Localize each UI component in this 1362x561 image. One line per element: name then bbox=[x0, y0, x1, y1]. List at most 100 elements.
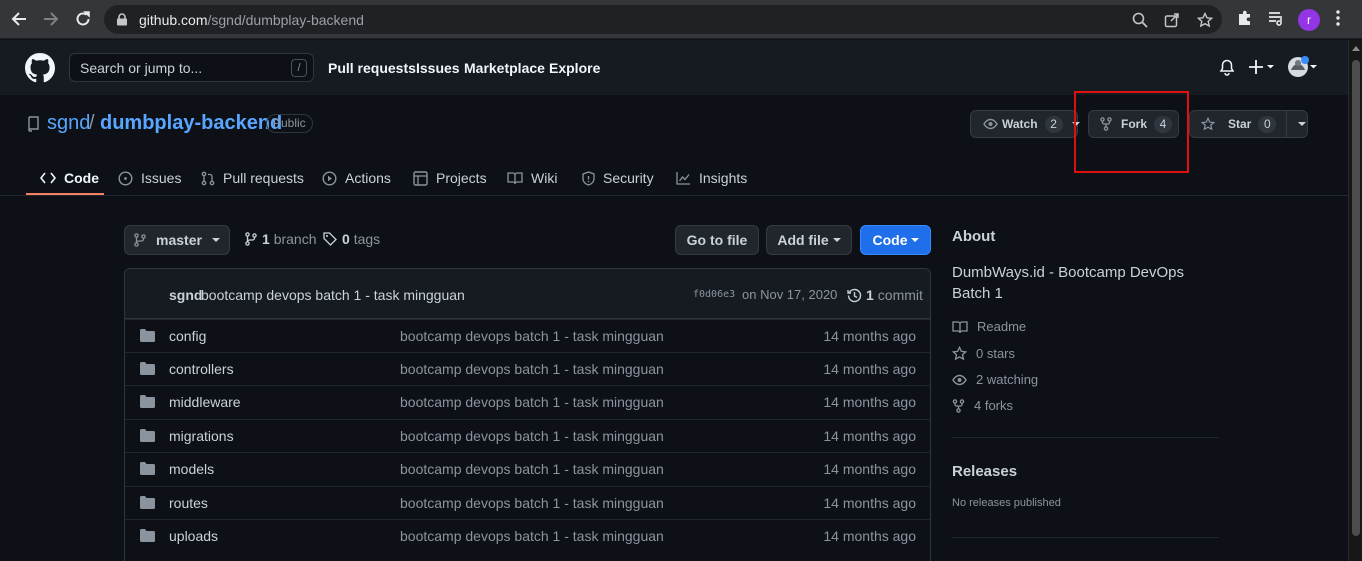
add-file-button[interactable]: Add file bbox=[766, 225, 852, 255]
forks-label: 4 forks bbox=[974, 398, 1014, 413]
star-list-chevron-icon[interactable] bbox=[1298, 122, 1307, 126]
file-row[interactable]: middleware bootcamp devops batch 1 - tas… bbox=[125, 385, 930, 418]
fork-icon bbox=[952, 398, 965, 413]
repo-owner-link[interactable]: sgnd bbox=[47, 112, 90, 135]
no-releases-text: No releases published bbox=[952, 497, 1061, 509]
branch-select-button[interactable]: master bbox=[124, 225, 230, 255]
commit-count-label: commit bbox=[877, 287, 923, 303]
watching-link[interactable]: 2 watching bbox=[952, 372, 1038, 387]
file-name[interactable]: migrations bbox=[169, 428, 234, 444]
header-nav-explore[interactable]: Explore bbox=[549, 60, 600, 76]
code-chevron-down-icon bbox=[910, 238, 919, 242]
watch-button[interactable]: Watch 2 bbox=[970, 110, 1080, 138]
tab-code[interactable]: Code bbox=[40, 164, 99, 192]
notification-bell-icon[interactable] bbox=[1219, 59, 1235, 76]
stars-link[interactable]: 0 stars bbox=[952, 346, 1015, 361]
create-new-plus-icon[interactable] bbox=[1249, 59, 1275, 75]
tab-projects[interactable]: Projects bbox=[413, 164, 487, 192]
file-commit-message[interactable]: bootcamp devops batch 1 - task mingguan bbox=[400, 328, 664, 344]
commit-message[interactable]: bootcamp devops batch 1 - task mingguan bbox=[201, 287, 465, 303]
file-commit-message[interactable]: bootcamp devops batch 1 - task mingguan bbox=[400, 361, 664, 377]
share-icon[interactable] bbox=[1164, 12, 1180, 28]
tag-count-label: tags bbox=[353, 231, 381, 247]
file-row[interactable]: routes bootcamp devops batch 1 - task mi… bbox=[125, 486, 930, 519]
profile-avatar[interactable]: r bbox=[1298, 9, 1320, 31]
branches-link[interactable]: 1 branch bbox=[245, 231, 317, 247]
tab-code-label: Code bbox=[64, 170, 99, 186]
git-branch-icon bbox=[134, 233, 146, 247]
tags-link[interactable]: 0 tags bbox=[323, 231, 380, 247]
tab-insights-label: Insights bbox=[699, 170, 748, 186]
commit-sha[interactable]: f0d06e3 bbox=[693, 289, 735, 300]
file-age: 14 months ago bbox=[823, 528, 916, 544]
releases-heading[interactable]: Releases bbox=[952, 463, 1017, 480]
back-arrow-icon[interactable] bbox=[8, 8, 30, 30]
file-row[interactable]: controllers bootcamp devops batch 1 - ta… bbox=[125, 352, 930, 385]
star-icon bbox=[1201, 117, 1215, 131]
tab-wiki[interactable]: Wiki bbox=[507, 164, 557, 192]
watching-label: 2 watching bbox=[976, 372, 1039, 387]
forks-link[interactable]: 4 forks bbox=[952, 398, 1013, 413]
file-commit-message[interactable]: bootcamp devops batch 1 - task mingguan bbox=[400, 495, 664, 511]
zoom-icon[interactable] bbox=[1132, 12, 1148, 28]
file-commit-message[interactable]: bootcamp devops batch 1 - task mingguan bbox=[400, 428, 664, 444]
code-download-button[interactable]: Code bbox=[860, 225, 931, 255]
tab-issues[interactable]: Issues bbox=[118, 164, 181, 192]
scroll-up-arrow-icon[interactable] bbox=[1352, 46, 1360, 51]
file-age: 14 months ago bbox=[823, 394, 916, 410]
branches-icon bbox=[245, 232, 257, 246]
tab-pull-requests[interactable]: Pull requests bbox=[201, 164, 304, 192]
file-age: 14 months ago bbox=[823, 428, 916, 444]
forward-arrow-icon[interactable] bbox=[40, 8, 62, 30]
header-nav-pull-requests[interactable]: Pull requests bbox=[328, 60, 416, 76]
tab-insights[interactable]: Insights bbox=[676, 164, 747, 192]
file-name[interactable]: routes bbox=[169, 495, 208, 511]
file-name[interactable]: controllers bbox=[169, 361, 234, 377]
tab-security[interactable]: Security bbox=[582, 164, 654, 192]
star-label: Star bbox=[1228, 117, 1252, 131]
address-bar[interactable]: github.com/sgnd/dumbplay-backend bbox=[104, 5, 1222, 34]
code-button-label: Code bbox=[872, 232, 908, 248]
file-name[interactable]: middleware bbox=[169, 394, 241, 410]
watch-count: 2 bbox=[1044, 115, 1063, 133]
search-input[interactable]: Search or jump to... / bbox=[69, 53, 314, 82]
page-scrollbar[interactable] bbox=[1348, 40, 1362, 561]
file-row[interactable]: config bootcamp devops batch 1 - task mi… bbox=[125, 319, 930, 352]
extensions-puzzle-icon[interactable] bbox=[1236, 9, 1254, 27]
go-to-file-button[interactable]: Go to file bbox=[675, 225, 759, 255]
file-age: 14 months ago bbox=[823, 495, 916, 511]
file-row[interactable]: uploads bootcamp devops batch 1 - task m… bbox=[125, 519, 930, 552]
star-button[interactable]: Star 0 bbox=[1189, 110, 1308, 138]
tab-actions[interactable]: Actions bbox=[322, 164, 391, 192]
commit-history-link[interactable]: 1 commit bbox=[847, 287, 923, 303]
file-commit-message[interactable]: bootcamp devops batch 1 - task mingguan bbox=[400, 528, 664, 544]
reading-list-icon[interactable] bbox=[1267, 9, 1285, 27]
header-nav-issues[interactable]: Issues bbox=[416, 60, 460, 76]
repo-name-link[interactable]: dumbplay-backend bbox=[100, 112, 282, 135]
repo-path-separator: / bbox=[89, 112, 95, 134]
readme-link[interactable]: Readme bbox=[952, 319, 1026, 334]
tag-count: 0 bbox=[342, 231, 350, 247]
bookmark-star-icon[interactable] bbox=[1197, 12, 1213, 28]
branch-name: master bbox=[156, 232, 202, 248]
user-avatar-menu[interactable] bbox=[1288, 55, 1318, 79]
file-name[interactable]: models bbox=[169, 461, 214, 477]
reload-icon[interactable] bbox=[72, 8, 94, 30]
header-nav-marketplace[interactable]: Marketplace bbox=[464, 60, 545, 76]
folder-icon bbox=[140, 462, 155, 475]
file-row[interactable]: models bootcamp devops batch 1 - task mi… bbox=[125, 452, 930, 485]
file-name[interactable]: config bbox=[169, 328, 206, 344]
kebab-menu-icon[interactable] bbox=[1335, 9, 1341, 27]
scrollbar-thumb[interactable] bbox=[1352, 60, 1360, 536]
branch-count-label: branch bbox=[273, 231, 317, 247]
readme-label: Readme bbox=[977, 319, 1027, 334]
file-commit-message[interactable]: bootcamp devops batch 1 - task mingguan bbox=[400, 394, 664, 410]
github-logo-icon[interactable] bbox=[25, 53, 55, 83]
file-name[interactable]: uploads bbox=[169, 528, 218, 544]
commit-date: on Nov 17, 2020 bbox=[742, 287, 838, 302]
commit-author[interactable]: sgnd bbox=[169, 287, 202, 303]
tab-issues-label: Issues bbox=[141, 170, 182, 186]
file-row[interactable]: migrations bootcamp devops batch 1 - tas… bbox=[125, 419, 930, 452]
file-age: 14 months ago bbox=[823, 328, 916, 344]
file-commit-message[interactable]: bootcamp devops batch 1 - task mingguan bbox=[400, 461, 664, 477]
